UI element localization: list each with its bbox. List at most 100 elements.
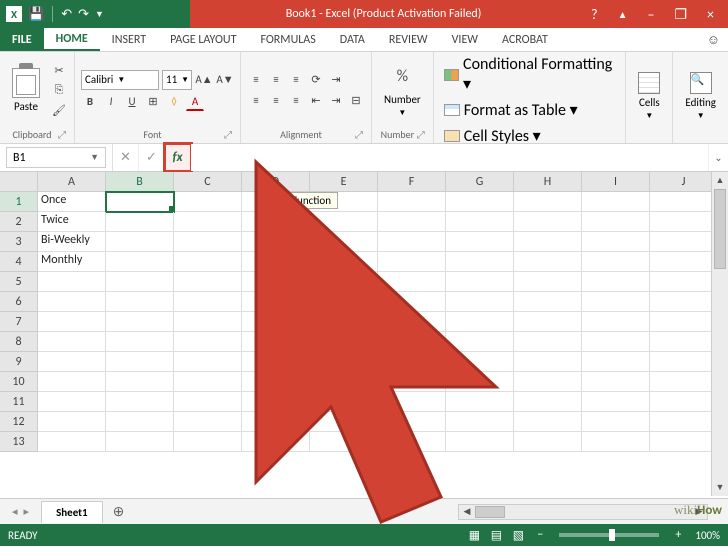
cell-F11[interactable] <box>378 392 446 412</box>
vertical-scrollbar[interactable]: ▲ ▼ <box>711 172 728 496</box>
formula-expand-button[interactable]: ⌄ <box>708 144 728 171</box>
cell-A10[interactable] <box>38 372 106 392</box>
column-header-H[interactable]: H <box>514 172 582 191</box>
insert-function-button[interactable]: fx <box>165 144 191 171</box>
restore-button[interactable]: ❐ <box>668 6 693 23</box>
format-painter-button[interactable]: 🖌 <box>50 102 68 118</box>
fill-color-button[interactable]: ◊ <box>165 93 183 111</box>
cell-G2[interactable] <box>446 212 514 232</box>
cell-B2[interactable] <box>106 212 174 232</box>
column-header-A[interactable]: A <box>38 172 106 191</box>
cell-H12[interactable] <box>514 412 582 432</box>
cell-G8[interactable] <box>446 332 514 352</box>
cell-H5[interactable] <box>514 272 582 292</box>
cell-G6[interactable] <box>446 292 514 312</box>
alignment-launcher[interactable]: ⤢ <box>355 128 363 141</box>
column-header-E[interactable]: E <box>310 172 378 191</box>
cell-B7[interactable] <box>106 312 174 332</box>
cell-B1[interactable] <box>106 192 174 212</box>
select-all-corner[interactable] <box>0 172 38 191</box>
cell-F7[interactable] <box>378 312 446 332</box>
cell-J2[interactable] <box>650 212 718 232</box>
row-header-4[interactable]: 4 <box>0 252 38 272</box>
tab-page-layout[interactable]: PAGE LAYOUT <box>158 28 248 51</box>
cell-G10[interactable] <box>446 372 514 392</box>
row-header-8[interactable]: 8 <box>0 332 38 352</box>
cell-C1[interactable] <box>174 192 242 212</box>
row-header-2[interactable]: 2 <box>0 212 38 232</box>
wrap-text-button[interactable]: ⇥ <box>327 71 345 89</box>
font-color-button[interactable]: A <box>186 93 204 111</box>
cell-C8[interactable] <box>174 332 242 352</box>
cell-J11[interactable] <box>650 392 718 412</box>
cell-C4[interactable] <box>174 252 242 272</box>
cell-D9[interactable] <box>242 352 310 372</box>
cell-E13[interactable] <box>310 432 378 452</box>
cells-area[interactable]: OnceTwiceBi-WeeklyMonthly <box>38 192 728 452</box>
cell-I5[interactable] <box>582 272 650 292</box>
cell-A12[interactable] <box>38 412 106 432</box>
view-normal-button[interactable]: ▦ <box>463 528 485 543</box>
tab-file[interactable]: FILE <box>0 28 44 51</box>
cell-G3[interactable] <box>446 232 514 252</box>
redo-icon[interactable]: ↷ <box>78 7 89 22</box>
cell-H8[interactable] <box>514 332 582 352</box>
cell-H2[interactable] <box>514 212 582 232</box>
cell-F12[interactable] <box>378 412 446 432</box>
cell-I6[interactable] <box>582 292 650 312</box>
decrease-indent-button[interactable]: ⇤ <box>307 92 325 110</box>
cell-I2[interactable] <box>582 212 650 232</box>
cell-F3[interactable] <box>378 232 446 252</box>
cell-H1[interactable] <box>514 192 582 212</box>
cell-E10[interactable] <box>310 372 378 392</box>
row-header-12[interactable]: 12 <box>0 412 38 432</box>
cell-C2[interactable] <box>174 212 242 232</box>
view-page-break-button[interactable]: ▧ <box>507 528 529 543</box>
cell-A2[interactable]: Twice <box>38 212 106 232</box>
font-launcher[interactable]: ⤢ <box>224 128 232 141</box>
tab-home[interactable]: HOME <box>44 28 100 51</box>
minimize-button[interactable]: – <box>641 6 660 23</box>
increase-font-button[interactable]: A▲ <box>195 71 213 89</box>
cell-G1[interactable] <box>446 192 514 212</box>
align-right-button[interactable]: ≡ <box>287 92 305 110</box>
cells-button[interactable]: Cells ▼ <box>632 68 666 125</box>
cell-F10[interactable] <box>378 372 446 392</box>
column-header-C[interactable]: C <box>174 172 242 191</box>
view-page-layout-button[interactable]: ▤ <box>485 528 507 543</box>
horizontal-scroll-thumb[interactable] <box>475 506 505 518</box>
cell-H11[interactable] <box>514 392 582 412</box>
cell-F4[interactable] <box>378 252 446 272</box>
cell-B6[interactable] <box>106 292 174 312</box>
cell-D3[interactable] <box>242 232 310 252</box>
cell-A5[interactable] <box>38 272 106 292</box>
paste-button[interactable]: Paste <box>6 64 46 117</box>
cell-J12[interactable] <box>650 412 718 432</box>
editing-button[interactable]: 🔍 Editing ▼ <box>679 68 722 125</box>
zoom-slider[interactable] <box>559 533 659 537</box>
align-middle-button[interactable]: ≡ <box>267 71 285 89</box>
cell-E2[interactable] <box>310 212 378 232</box>
cell-G12[interactable] <box>446 412 514 432</box>
cell-G13[interactable] <box>446 432 514 452</box>
cell-J7[interactable] <box>650 312 718 332</box>
add-sheet-button[interactable]: ⊕ <box>103 503 135 520</box>
cell-E12[interactable] <box>310 412 378 432</box>
cell-A13[interactable] <box>38 432 106 452</box>
cell-E8[interactable] <box>310 332 378 352</box>
cell-D12[interactable] <box>242 412 310 432</box>
ribbon-toggle-button[interactable]: ▲ <box>612 8 634 21</box>
border-button[interactable]: ⊞ <box>144 93 162 111</box>
align-bottom-button[interactable]: ≡ <box>287 71 305 89</box>
cell-C6[interactable] <box>174 292 242 312</box>
cell-I10[interactable] <box>582 372 650 392</box>
name-box[interactable]: B1▼ <box>6 147 106 168</box>
column-header-G[interactable]: G <box>446 172 514 191</box>
cell-B5[interactable] <box>106 272 174 292</box>
cell-I7[interactable] <box>582 312 650 332</box>
cell-H7[interactable] <box>514 312 582 332</box>
row-header-9[interactable]: 9 <box>0 352 38 372</box>
row-header-1[interactable]: 1 <box>0 192 38 212</box>
cell-D10[interactable] <box>242 372 310 392</box>
row-header-13[interactable]: 13 <box>0 432 38 452</box>
